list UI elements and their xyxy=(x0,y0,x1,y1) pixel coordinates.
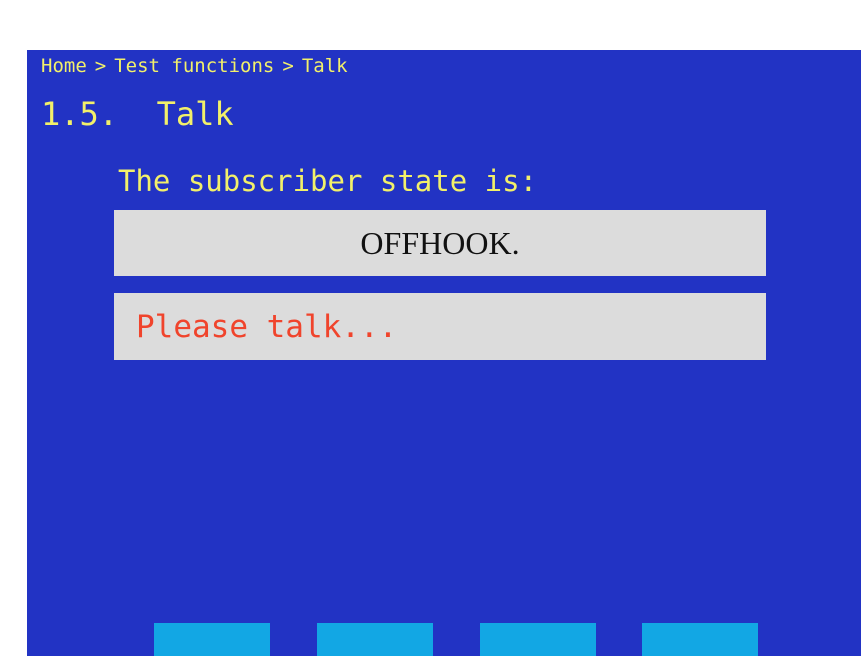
breadcrumb-separator-icon: > xyxy=(282,55,294,77)
breadcrumb-home[interactable]: Home xyxy=(41,55,87,77)
breadcrumb: Home > Test functions > Talk xyxy=(41,54,348,78)
softkey-1-button[interactable] xyxy=(154,623,270,656)
softkey-2-button[interactable] xyxy=(317,623,433,656)
page-title: 1.5. Talk xyxy=(41,95,234,133)
breadcrumb-talk: Talk xyxy=(301,55,348,77)
softkey-4-button[interactable] xyxy=(642,623,758,656)
breadcrumb-test-functions[interactable]: Test functions xyxy=(114,55,274,77)
softkey-3-button[interactable] xyxy=(480,623,596,656)
subscriber-state-value: OFFHOOK. xyxy=(114,210,766,276)
status-message: Please talk... xyxy=(114,293,766,360)
breadcrumb-separator-icon: > xyxy=(94,55,107,77)
device-screen: Home > Test functions > Talk 1.5. Talk T… xyxy=(27,50,861,656)
subscriber-state-label: The subscriber state is: xyxy=(118,164,538,198)
